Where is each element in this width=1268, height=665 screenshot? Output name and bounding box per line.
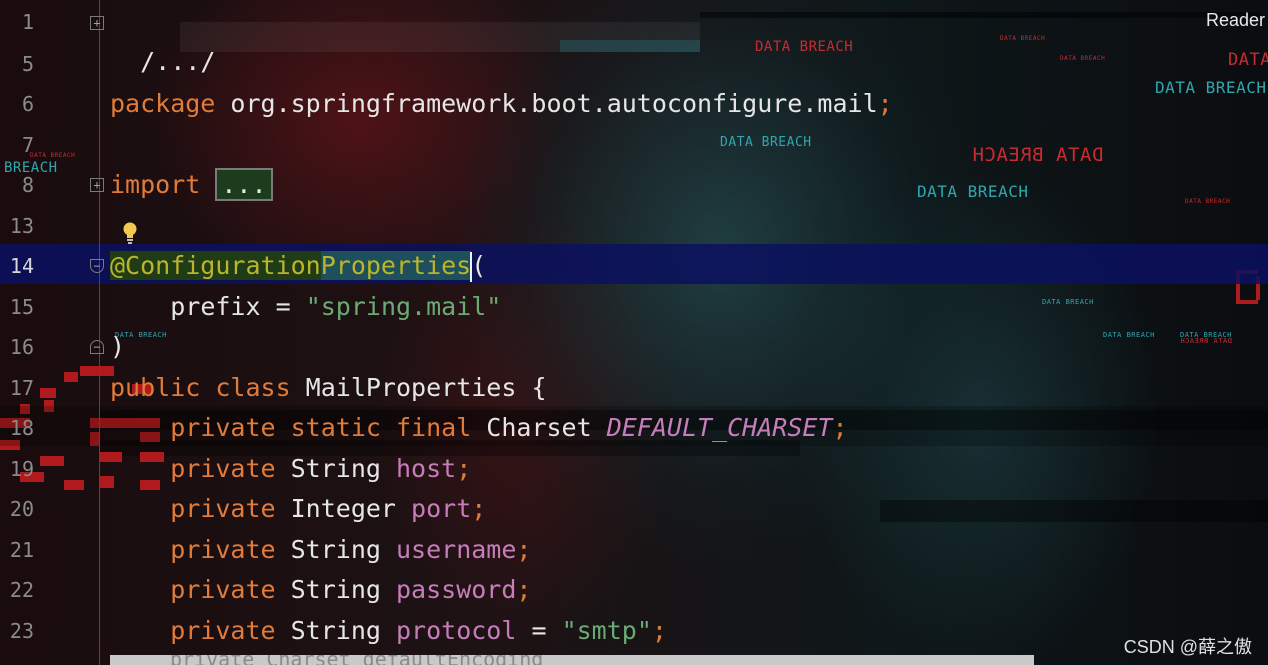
paren: ( <box>471 251 487 280</box>
type: String <box>275 535 396 564</box>
line-number: 23 <box>9 619 34 643</box>
keyword: private <box>170 616 276 645</box>
code-line-6[interactable]: package org.springframework.boot.autocon… <box>110 84 893 124</box>
line-number: 19 <box>9 457 34 481</box>
keyword: private <box>170 575 276 604</box>
annotation-attribute: prefix = <box>170 292 306 321</box>
code-line-16[interactable]: ) <box>110 327 125 367</box>
reader-mode-button[interactable]: Reader <box>1206 10 1265 31</box>
field: port <box>411 494 472 523</box>
folded-header[interactable]: /.../ <box>140 47 215 76</box>
breach-text: DATA BREACH <box>1185 198 1231 205</box>
breach-text: DATA BREACH <box>1000 35 1046 42</box>
fold-expand-icon[interactable]: + <box>90 16 104 30</box>
line-number: 22 <box>9 578 34 602</box>
semicolon: ; <box>471 494 487 523</box>
semicolon: ; <box>516 535 532 564</box>
line-number: 15 <box>9 295 34 319</box>
code-line-18[interactable]: private static final Charset DEFAULT_CHA… <box>110 408 848 448</box>
line-number: 8 <box>21 173 34 197</box>
keyword: private <box>170 535 276 564</box>
lightbulb-icon[interactable] <box>121 220 139 246</box>
code-line-22[interactable]: private String password; <box>110 570 531 610</box>
breach-text: DATA BREACH <box>1042 298 1094 306</box>
semicolon: ; <box>516 575 532 604</box>
type: Charset <box>471 413 607 442</box>
paren: ) <box>110 332 126 361</box>
semicolon: ; <box>832 413 848 442</box>
breach-text: DATA BREACH <box>1103 331 1155 339</box>
type: String <box>275 616 396 645</box>
package-name: org.springframework.boot.autoconfigure.m… <box>215 89 878 118</box>
collapsed-imports[interactable]: ... <box>215 168 273 201</box>
breach-text: DATA BREACH <box>917 182 1029 201</box>
line-number: 21 <box>9 538 34 562</box>
fold-end-icon[interactable]: − <box>90 340 104 354</box>
semicolon: ; <box>877 89 893 118</box>
code-line-1[interactable]: /.../ <box>110 2 215 76</box>
keyword: private <box>170 494 276 523</box>
field: protocol <box>396 616 517 645</box>
code-line-14[interactable]: @ConfigurationProperties( <box>110 246 486 286</box>
breach-text: DATA BREACH <box>1155 78 1267 97</box>
annotation: @Configuration <box>110 251 321 280</box>
type: Integer <box>275 494 412 523</box>
fold-expand-icon[interactable]: + <box>90 178 104 192</box>
class-name: MailProperties { <box>290 373 547 402</box>
breach-text-cut: DATA <box>1228 50 1268 70</box>
line-number: 1 <box>21 10 34 34</box>
field: host <box>396 454 457 483</box>
line-number: 5 <box>21 52 34 76</box>
popup-text: private Charset defaultEncoding <box>170 655 543 665</box>
field: password <box>396 575 517 604</box>
keyword: private <box>170 454 276 483</box>
line-number: 7 <box>21 133 34 157</box>
code-line-21[interactable]: private String username; <box>110 530 531 570</box>
annotation-highlighted: Properties <box>320 251 472 280</box>
code-line-23[interactable]: private String protocol = "smtp"; <box>110 611 667 651</box>
line-number: 6 <box>21 92 34 116</box>
breach-text-mirrored: DATA BREACH <box>1180 337 1232 345</box>
code-line-8[interactable]: import ... <box>110 165 273 205</box>
semicolon: ; <box>456 454 472 483</box>
string-literal: "smtp" <box>561 616 652 645</box>
code-line-20[interactable]: private Integer port; <box>110 489 486 529</box>
completion-popup[interactable]: private Charset defaultEncoding <box>110 655 1034 665</box>
type: String <box>275 454 396 483</box>
line-number-current: 14 <box>9 254 34 278</box>
keyword: public class <box>110 373 291 402</box>
keyword: package <box>110 89 216 118</box>
field: username <box>396 535 517 564</box>
breach-text-mirrored: DATA BREACH <box>972 144 1104 166</box>
code-line-19[interactable]: private String host; <box>110 449 471 489</box>
operator: = <box>516 616 562 645</box>
watermark: CSDN @薛之傲 <box>1123 637 1252 657</box>
line-number: 16 <box>9 335 34 359</box>
code-line-15[interactable]: prefix = "spring.mail" <box>110 287 501 327</box>
static-field: DEFAULT_CHARSET <box>606 413 833 442</box>
line-number: 20 <box>9 497 34 521</box>
breach-text: DATA BREACH <box>755 39 854 55</box>
breach-text: DATA BREACH <box>1060 55 1106 62</box>
line-number: 13 <box>9 214 34 238</box>
semicolon: ; <box>651 616 667 645</box>
keyword: private static final <box>170 413 472 442</box>
breach-text: DATA BREACH <box>720 135 812 150</box>
fold-collapse-icon[interactable]: − <box>90 259 104 273</box>
line-number: 18 <box>9 416 34 440</box>
type: String <box>275 575 396 604</box>
string-literal: "spring.mail" <box>305 292 502 321</box>
line-number: 17 <box>9 376 34 400</box>
keyword: import <box>110 170 201 199</box>
gutter: 1 5 6 7 8 13 14 15 16 17 18 19 20 21 22 … <box>0 0 100 665</box>
code-line-17[interactable]: public class MailProperties { <box>110 368 547 408</box>
